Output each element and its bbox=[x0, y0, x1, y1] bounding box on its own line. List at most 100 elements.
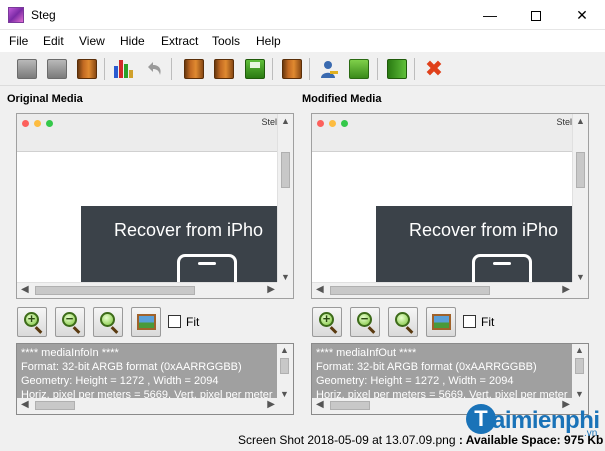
save-icon bbox=[245, 59, 265, 79]
scroll-thumb[interactable] bbox=[35, 401, 75, 410]
undo-button[interactable] bbox=[142, 57, 166, 81]
toolbar-separator bbox=[272, 58, 273, 80]
scroll-thumb[interactable] bbox=[576, 152, 585, 188]
zoom-out-icon: − bbox=[62, 311, 77, 327]
mac-zoom-dot bbox=[341, 120, 348, 127]
horizontal-scrollbar[interactable]: ◀ ▶ bbox=[17, 398, 279, 414]
horizontal-scrollbar[interactable]: ◀ ▶ bbox=[17, 282, 279, 298]
exit-button[interactable]: ✖ bbox=[422, 57, 446, 81]
info-line: Geometry: Height = 1272 , Width = 2094 bbox=[21, 375, 219, 387]
preview-tab-text: Stel bbox=[556, 117, 572, 127]
zoom-reset-button[interactable] bbox=[93, 307, 123, 337]
open-media-icon bbox=[17, 59, 37, 79]
book-settings-button[interactable] bbox=[280, 57, 304, 81]
zoom-in-icon: + bbox=[319, 311, 334, 327]
info-line: **** mediaInfoIn **** bbox=[21, 347, 119, 359]
scroll-corner bbox=[277, 398, 293, 414]
help-book-icon bbox=[387, 59, 407, 79]
scroll-right-icon[interactable]: ▶ bbox=[562, 284, 570, 295]
scroll-left-icon[interactable]: ◀ bbox=[21, 284, 29, 295]
preview-tab-text: Stel bbox=[261, 117, 277, 127]
scroll-up-icon[interactable]: ▲ bbox=[575, 345, 584, 355]
toolbar-separator bbox=[377, 58, 378, 80]
scroll-down-icon[interactable]: ▼ bbox=[576, 272, 585, 282]
minimize-button[interactable]: — bbox=[467, 0, 513, 30]
scroll-thumb[interactable] bbox=[330, 401, 370, 410]
book-import-icon bbox=[214, 59, 234, 79]
book-button[interactable] bbox=[75, 57, 99, 81]
scroll-thumb[interactable] bbox=[575, 358, 584, 374]
scroll-right-icon[interactable]: ▶ bbox=[267, 284, 275, 295]
scroll-up-icon[interactable]: ▲ bbox=[576, 116, 585, 126]
close-button[interactable]: ✕ bbox=[559, 0, 605, 30]
steg-app-icon bbox=[8, 7, 24, 23]
toolbar-separator bbox=[414, 58, 415, 80]
scroll-up-icon[interactable]: ▲ bbox=[280, 345, 289, 355]
open-data-button[interactable] bbox=[45, 57, 69, 81]
zoom-out-button[interactable]: − bbox=[55, 307, 85, 337]
vertical-scrollbar[interactable]: ▲ ▼ bbox=[572, 344, 588, 400]
vertical-scrollbar[interactable]: ▲ ▼ bbox=[277, 344, 293, 400]
open-media-button[interactable] bbox=[15, 57, 39, 81]
scroll-thumb[interactable] bbox=[35, 286, 195, 295]
menu-edit[interactable]: Edit bbox=[43, 34, 64, 48]
vertical-scrollbar[interactable]: ▲ ▼ bbox=[572, 114, 588, 284]
scroll-down-icon[interactable]: ▼ bbox=[281, 272, 290, 282]
menu-file[interactable]: File bbox=[9, 34, 28, 48]
toolbar-separator bbox=[171, 58, 172, 80]
modified-media-viewer[interactable]: Stel Recover from iPho ▲ ▼ ◀ ▶ bbox=[311, 113, 589, 299]
modified-media-label: Modified Media bbox=[302, 93, 382, 105]
maximize-icon bbox=[531, 11, 541, 22]
preview-banner: Recover from iPho bbox=[376, 206, 574, 294]
zoom-reset-button[interactable] bbox=[388, 307, 418, 337]
fit-checkbox[interactable] bbox=[463, 315, 476, 328]
view-image-button[interactable] bbox=[131, 307, 161, 337]
zoom-reset-icon bbox=[395, 312, 410, 327]
zoom-out-button[interactable]: − bbox=[350, 307, 380, 337]
book-settings-icon bbox=[282, 59, 302, 79]
scroll-left-icon[interactable]: ◀ bbox=[21, 399, 29, 410]
scroll-thumb[interactable] bbox=[330, 286, 490, 295]
horizontal-scrollbar[interactable]: ◀ ▶ bbox=[312, 282, 574, 298]
user-key-button[interactable] bbox=[317, 57, 341, 81]
info-line: Format: 32-bit ARGB format (0xAARRGGBB) bbox=[21, 361, 242, 373]
fit-checkbox[interactable] bbox=[168, 315, 181, 328]
toolbar: ✖ bbox=[0, 52, 605, 86]
menu-extract[interactable]: Extract bbox=[161, 34, 198, 48]
book-export-button[interactable] bbox=[182, 57, 206, 81]
chart-button[interactable] bbox=[111, 57, 135, 81]
green-key-button[interactable] bbox=[347, 57, 371, 81]
scroll-corner bbox=[277, 282, 293, 298]
view-image-button[interactable] bbox=[426, 307, 456, 337]
zoom-in-button[interactable]: + bbox=[312, 307, 342, 337]
info-line: **** mediaInfOut **** bbox=[316, 347, 417, 359]
save-button[interactable] bbox=[243, 57, 267, 81]
menu-bar: File Edit View Hide Extract Tools Help bbox=[0, 30, 605, 52]
original-media-viewer[interactable]: Stel Recover from iPho ▲ ▼ ◀ ▶ bbox=[16, 113, 294, 299]
toolbar-separator bbox=[309, 58, 310, 80]
scroll-left-icon[interactable]: ◀ bbox=[316, 284, 324, 295]
watermark-logo: T aimienphi .vn bbox=[466, 404, 602, 439]
original-media-label: Original Media bbox=[7, 93, 83, 105]
help-book-button[interactable] bbox=[385, 57, 409, 81]
zoom-in-button[interactable]: + bbox=[17, 307, 47, 337]
scroll-right-icon[interactable]: ▶ bbox=[267, 399, 275, 410]
chart-icon bbox=[113, 59, 133, 79]
book-import-button[interactable] bbox=[212, 57, 236, 81]
menu-tools[interactable]: Tools bbox=[212, 34, 240, 48]
mac-minimize-dot bbox=[34, 120, 41, 127]
menu-help[interactable]: Help bbox=[256, 34, 281, 48]
menu-view[interactable]: View bbox=[79, 34, 105, 48]
image-icon bbox=[137, 314, 156, 330]
mac-zoom-dot bbox=[46, 120, 53, 127]
scroll-up-icon[interactable]: ▲ bbox=[281, 116, 290, 126]
original-media-info[interactable]: **** mediaInfoIn **** Format: 32-bit ARG… bbox=[16, 343, 294, 415]
scroll-thumb[interactable] bbox=[281, 152, 290, 188]
maximize-button[interactable] bbox=[513, 0, 559, 30]
menu-hide[interactable]: Hide bbox=[120, 34, 145, 48]
scroll-thumb[interactable] bbox=[280, 358, 289, 374]
scroll-left-icon[interactable]: ◀ bbox=[316, 399, 324, 410]
title-bar: Steg — ✕ bbox=[0, 0, 605, 30]
watermark-suffix: .vn bbox=[584, 428, 598, 439]
vertical-scrollbar[interactable]: ▲ ▼ bbox=[277, 114, 293, 284]
